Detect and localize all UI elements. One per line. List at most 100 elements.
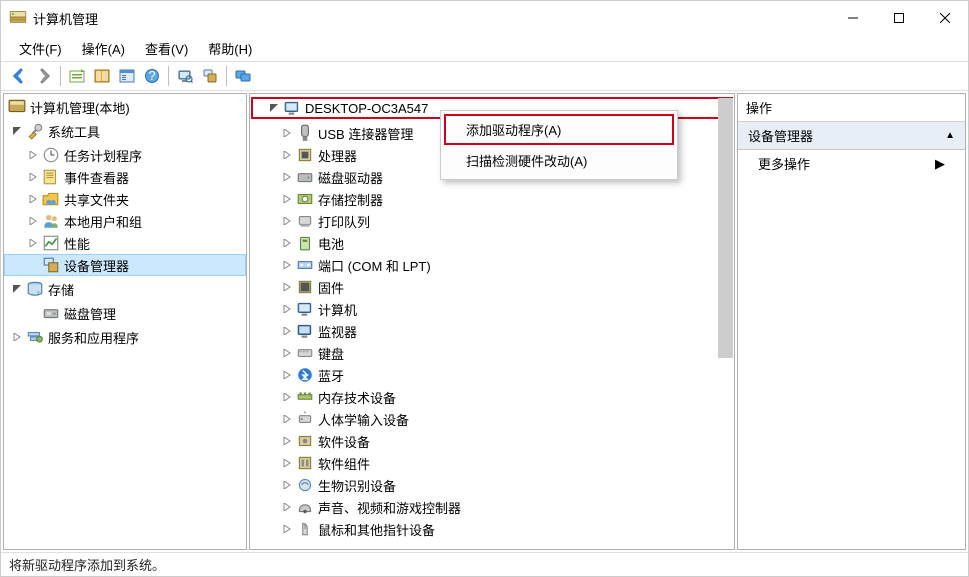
device-category[interactable]: 人体学输入设备: [250, 408, 734, 430]
device-category[interactable]: 打印队列: [250, 210, 734, 232]
expander-icon[interactable]: [26, 192, 40, 206]
expander-icon[interactable]: [280, 302, 294, 316]
window-title: 计算机管理: [33, 9, 830, 28]
tree-root[interactable]: 计算机管理(本地): [4, 96, 246, 118]
device-category[interactable]: 生物识别设备: [250, 474, 734, 496]
main-area: 计算机管理(本地) 系统工具 任务计划程序 事件查看器 共享文件夹: [1, 91, 968, 552]
users-icon: [42, 212, 60, 230]
expander-icon[interactable]: [26, 170, 40, 184]
tree-node-local-users[interactable]: 本地用户和组: [4, 210, 246, 232]
monitors-icon[interactable]: [231, 64, 255, 88]
expander-icon[interactable]: [10, 330, 24, 344]
computer-mgmt-icon: [8, 98, 26, 116]
tree-node-shared-folders[interactable]: 共享文件夹: [4, 188, 246, 210]
expander-icon[interactable]: [280, 500, 294, 514]
device-category[interactable]: 软件组件: [250, 452, 734, 474]
expander-icon[interactable]: [26, 214, 40, 228]
tree-node-disk-management[interactable]: 磁盘管理: [4, 302, 246, 324]
device-category-label: 软件组件: [318, 454, 370, 473]
up-level-icon[interactable]: [65, 64, 89, 88]
device-category-icon: [296, 212, 314, 230]
tree-node-services[interactable]: 服务和应用程序: [4, 326, 246, 348]
expander-icon[interactable]: [280, 456, 294, 470]
device-category[interactable]: 鼠标和其他指针设备: [250, 518, 734, 540]
expander-icon[interactable]: [280, 280, 294, 294]
device-tree-panel: DESKTOP-OC3A547 USB 连接器管理 处理器 磁盘驱动器 存储控制…: [249, 93, 735, 550]
expander-icon[interactable]: [280, 346, 294, 360]
device-category[interactable]: 键盘: [250, 342, 734, 364]
expander-icon[interactable]: [10, 124, 24, 138]
close-button[interactable]: [922, 2, 968, 34]
expander-icon[interactable]: [280, 148, 294, 162]
expander-icon[interactable]: [280, 214, 294, 228]
menu-file[interactable]: 文件(F): [9, 36, 72, 61]
expander-icon[interactable]: [267, 101, 281, 115]
scan-hardware-icon[interactable]: [173, 64, 197, 88]
tree-label: 性能: [64, 234, 90, 253]
maximize-button[interactable]: [876, 2, 922, 34]
tree-label: 系统工具: [48, 122, 100, 141]
context-menu-item-scan-hardware[interactable]: 扫描检测硬件改动(A): [444, 145, 674, 176]
tree-label: 计算机管理(本地): [30, 98, 130, 117]
nav-back-icon[interactable]: [7, 64, 31, 88]
expander-icon[interactable]: [280, 522, 294, 536]
tree-node-task-scheduler[interactable]: 任务计划程序: [4, 144, 246, 166]
expander-icon[interactable]: [10, 282, 24, 296]
computer-icon: [283, 99, 301, 117]
device-category[interactable]: 监视器: [250, 320, 734, 342]
help-icon[interactable]: ?: [140, 64, 164, 88]
scrollbar-thumb[interactable]: [718, 98, 733, 358]
actions-more[interactable]: 更多操作 ▶: [738, 150, 965, 177]
expander-icon[interactable]: [280, 390, 294, 404]
devices-icon[interactable]: [198, 64, 222, 88]
device-category[interactable]: 端口 (COM 和 LPT): [250, 254, 734, 276]
context-menu-item-add-driver[interactable]: 添加驱动程序(A): [444, 114, 674, 145]
device-category[interactable]: 电池: [250, 232, 734, 254]
device-category[interactable]: 计算机: [250, 298, 734, 320]
properties-sheet-icon[interactable]: [115, 64, 139, 88]
expander-icon[interactable]: [280, 478, 294, 492]
navigation-tree-panel: 计算机管理(本地) 系统工具 任务计划程序 事件查看器 共享文件夹: [3, 93, 247, 550]
actions-section[interactable]: 设备管理器 ▲: [738, 122, 965, 150]
menu-help[interactable]: 帮助(H): [198, 36, 262, 61]
nav-forward-icon[interactable]: [32, 64, 56, 88]
expander-icon[interactable]: [26, 236, 40, 250]
device-category-icon: [296, 432, 314, 450]
expander-icon[interactable]: [280, 258, 294, 272]
device-category-label: 打印队列: [318, 212, 370, 231]
event-viewer-icon: [42, 168, 60, 186]
device-category-icon: [296, 410, 314, 428]
device-category-label: 存储控制器: [318, 190, 383, 209]
show-hide-tree-icon[interactable]: [90, 64, 114, 88]
device-category-label: 处理器: [318, 146, 357, 165]
expander-icon[interactable]: [26, 148, 40, 162]
minimize-button[interactable]: [830, 2, 876, 34]
tools-icon: [26, 122, 44, 140]
device-category[interactable]: 固件: [250, 276, 734, 298]
menu-view[interactable]: 查看(V): [135, 36, 198, 61]
expander-icon[interactable]: [280, 434, 294, 448]
tree-node-performance[interactable]: 性能: [4, 232, 246, 254]
tree-node-event-viewer[interactable]: 事件查看器: [4, 166, 246, 188]
device-category[interactable]: 软件设备: [250, 430, 734, 452]
tree-node-system-tools[interactable]: 系统工具: [4, 120, 246, 142]
tree-node-device-manager[interactable]: 设备管理器: [4, 254, 246, 276]
device-category-icon: [296, 366, 314, 384]
tree-node-storage[interactable]: 存储: [4, 278, 246, 300]
expander-icon[interactable]: [280, 170, 294, 184]
expander-icon[interactable]: [280, 324, 294, 338]
expander-icon[interactable]: [280, 126, 294, 140]
expander-icon[interactable]: [280, 412, 294, 426]
device-category[interactable]: 存储控制器: [250, 188, 734, 210]
expander-icon[interactable]: [280, 192, 294, 206]
navigation-tree[interactable]: 计算机管理(本地) 系统工具 任务计划程序 事件查看器 共享文件夹: [4, 94, 246, 352]
menu-action[interactable]: 操作(A): [72, 36, 135, 61]
expander-icon[interactable]: [280, 236, 294, 250]
device-category[interactable]: 声音、视频和游戏控制器: [250, 496, 734, 518]
actions-panel: 操作 设备管理器 ▲ 更多操作 ▶: [737, 93, 966, 550]
device-category-icon: [296, 256, 314, 274]
device-category-label: 固件: [318, 278, 344, 297]
expander-icon[interactable]: [280, 368, 294, 382]
device-category[interactable]: 蓝牙: [250, 364, 734, 386]
device-category[interactable]: 内存技术设备: [250, 386, 734, 408]
